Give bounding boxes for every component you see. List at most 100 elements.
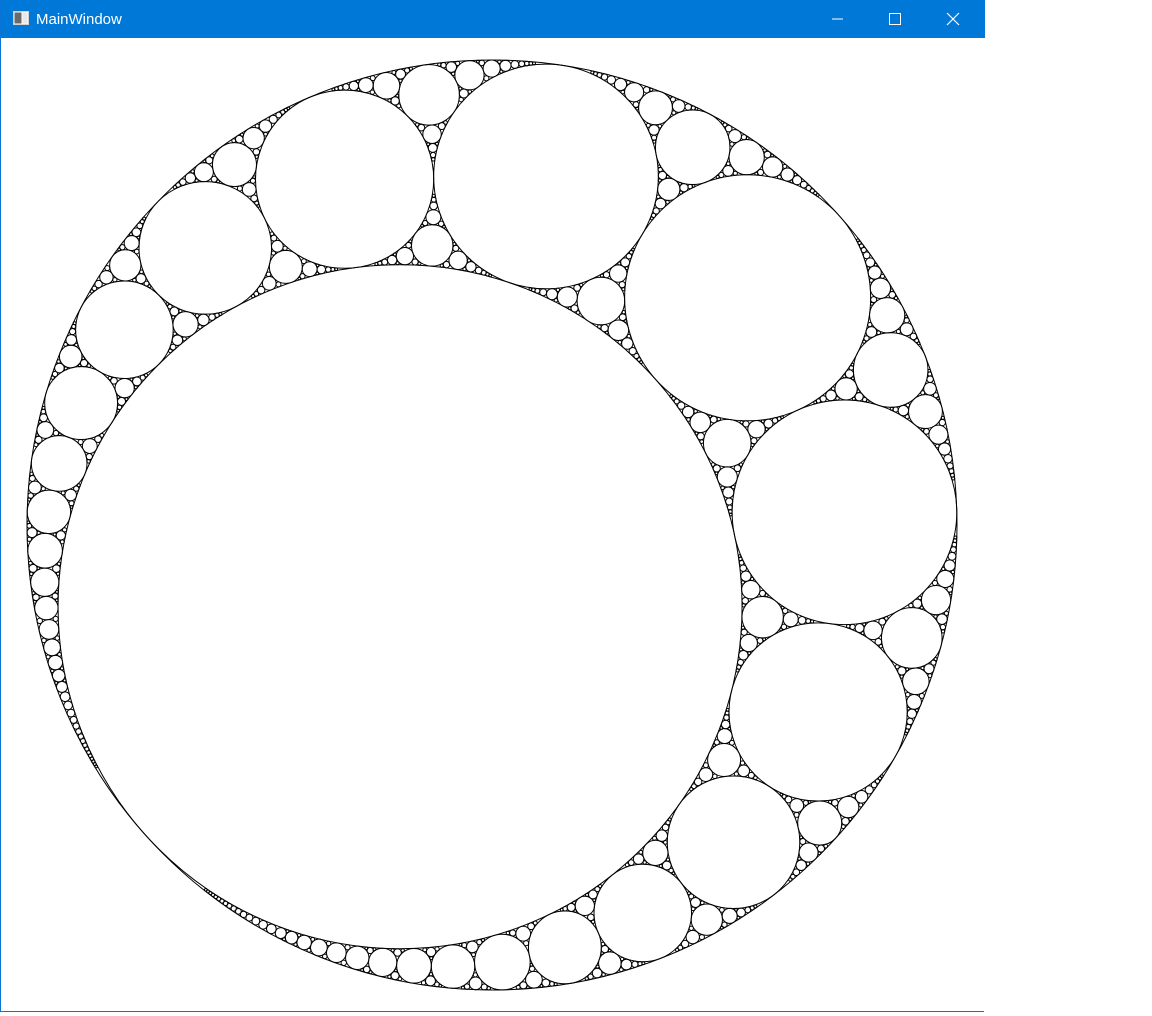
- gasket-circle: [946, 586, 954, 593]
- gasket-circle: [50, 668, 55, 674]
- gasket-circle: [953, 535, 958, 540]
- gasket-circle: [54, 598, 59, 603]
- main-window: MainWindow: [0, 0, 985, 1012]
- gasket-circle: [27, 497, 32, 502]
- gasket-circle: [364, 946, 369, 951]
- gasket-circle: [28, 475, 36, 482]
- gasket-circle: [737, 764, 751, 778]
- gasket-circle: [539, 984, 544, 988]
- gasket-circle: [68, 500, 75, 507]
- gasket-circle: [671, 110, 677, 116]
- gasket-circle: [89, 289, 94, 294]
- maximize-button[interactable]: [866, 0, 924, 38]
- minimize-button[interactable]: [808, 0, 866, 38]
- gasket-circle: [860, 631, 865, 636]
- gasket-circle: [417, 261, 422, 266]
- gasket-circle: [810, 619, 815, 624]
- gasket-circle: [539, 288, 548, 297]
- title-bar[interactable]: MainWindow: [1, 0, 985, 38]
- gasket-circle: [425, 946, 437, 958]
- gasket-circle: [390, 948, 395, 953]
- gasket-circle: [867, 322, 873, 328]
- gasket-circle: [738, 647, 743, 652]
- gasket-circle: [933, 657, 938, 662]
- gasket-circle: [387, 974, 392, 980]
- gasket-circle: [788, 877, 793, 882]
- gasket-circle: [369, 89, 376, 95]
- gasket-circle: [617, 339, 623, 345]
- gasket-circle: [745, 136, 750, 141]
- gasket-circle: [28, 560, 33, 566]
- gasket-circle: [684, 103, 692, 111]
- gasket-circle: [263, 131, 268, 137]
- gasket-circle: [52, 532, 57, 537]
- gasket-circle: [906, 717, 914, 726]
- gasket-circle: [576, 276, 626, 326]
- gasket-circle: [112, 277, 118, 283]
- gasket-circle: [639, 360, 644, 365]
- gasket-circle: [142, 216, 147, 221]
- gasket-circle: [590, 919, 596, 924]
- gasket-circle: [732, 170, 738, 176]
- gasket-circle: [437, 62, 442, 67]
- gasket-circle: [947, 551, 957, 561]
- gasket-circle: [398, 64, 460, 126]
- gasket-circle: [393, 948, 402, 957]
- gasket-circle: [739, 760, 746, 766]
- gasket-circle: [782, 163, 788, 169]
- gasket-circle: [606, 75, 616, 85]
- close-button[interactable]: [924, 0, 982, 38]
- gasket-circle: [927, 673, 933, 679]
- gasket-circle: [562, 906, 568, 912]
- gasket-circle: [462, 266, 467, 272]
- gasket-circle: [624, 174, 872, 422]
- gasket-circle: [86, 459, 91, 464]
- gasket-circle: [739, 420, 744, 425]
- gasket-circle: [602, 271, 611, 279]
- gasket-circle: [468, 976, 483, 991]
- gasket-circle: [57, 652, 62, 657]
- gasket-circle: [486, 986, 491, 991]
- gasket-circle: [266, 923, 277, 935]
- gasket-circle: [727, 726, 732, 731]
- gasket-circle: [474, 933, 531, 991]
- gasket-circle: [671, 871, 676, 876]
- gasket-circle: [689, 787, 694, 792]
- gasket-circle: [862, 622, 867, 627]
- gasket-circle: [430, 196, 437, 203]
- gasket-circle: [528, 287, 533, 291]
- gasket-circle: [868, 277, 874, 283]
- gasket-circle: [903, 317, 910, 324]
- gasket-circle: [600, 73, 609, 81]
- gasket-circle: [36, 617, 43, 625]
- gasket-circle: [442, 224, 446, 229]
- gasket-circle: [866, 266, 871, 270]
- gasket-circle: [735, 668, 740, 673]
- gasket-circle: [29, 571, 34, 577]
- gasket-circle: [807, 800, 812, 804]
- gasket-circle: [284, 930, 299, 945]
- gasket-circle: [904, 414, 910, 420]
- gasket-circle: [626, 333, 632, 339]
- gasket-circle: [139, 269, 144, 275]
- gasket-circle: [27, 492, 34, 499]
- gasket-circle: [687, 183, 693, 190]
- gasket-circle: [719, 907, 725, 913]
- gasket-circle: [619, 956, 625, 962]
- gasket-circle: [729, 141, 735, 147]
- gasket-circle: [58, 432, 62, 437]
- gasket-circle: [172, 185, 178, 190]
- gasket-circle: [655, 194, 661, 200]
- gasket-circle: [851, 396, 856, 401]
- gasket-circle: [823, 843, 829, 849]
- gasket-circle: [408, 66, 413, 71]
- gasket-circle: [321, 953, 328, 960]
- gasket-circle: [668, 95, 672, 99]
- gasket-circle: [621, 310, 626, 315]
- gasket-circle: [649, 87, 654, 92]
- gasket-circle: [165, 302, 170, 306]
- gasket-circle: [117, 247, 121, 252]
- gasket-circle: [894, 664, 900, 670]
- gasket-circle: [866, 399, 870, 403]
- gasket-circle: [62, 527, 68, 533]
